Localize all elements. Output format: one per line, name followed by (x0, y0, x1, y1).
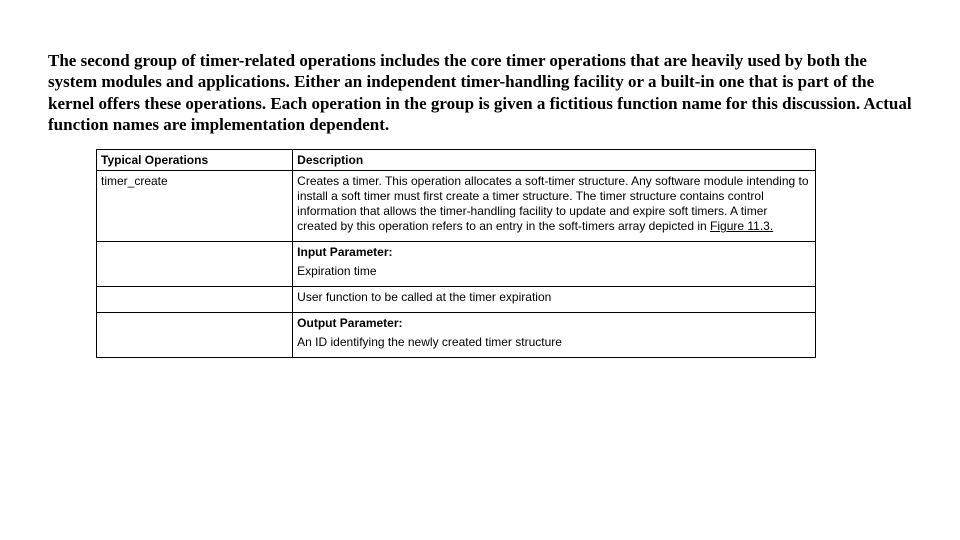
input-parameter-label: Input Parameter: (297, 245, 809, 260)
intro-paragraph: The second group of timer-related operat… (48, 50, 912, 135)
desc-text: Expiration time (297, 264, 809, 279)
op-description: User function to be called at the timer … (293, 287, 816, 313)
op-description: Input Parameter: Expiration time (293, 242, 816, 287)
table-row: User function to be called at the timer … (97, 287, 816, 313)
figure-link[interactable]: Figure 11.3. (710, 219, 773, 233)
desc-text: User function to be called at the timer … (297, 290, 809, 305)
desc-text: An ID identifying the newly created time… (297, 335, 809, 350)
table-row: Output Parameter: An ID identifying the … (97, 313, 816, 358)
table-row: timer_create Creates a timer. This opera… (97, 171, 816, 242)
op-description: Output Parameter: An ID identifying the … (293, 313, 816, 358)
operations-table-wrapper: Typical Operations Description timer_cre… (96, 149, 912, 358)
op-name (97, 313, 293, 358)
table-header-row: Typical Operations Description (97, 150, 816, 171)
header-operations: Typical Operations (97, 150, 293, 171)
header-description: Description (293, 150, 816, 171)
operations-table: Typical Operations Description timer_cre… (96, 149, 816, 358)
op-name (97, 287, 293, 313)
op-name: timer_create (97, 171, 293, 242)
op-name (97, 242, 293, 287)
table-row: Input Parameter: Expiration time (97, 242, 816, 287)
op-description: Creates a timer. This operation allocate… (293, 171, 816, 242)
output-parameter-label: Output Parameter: (297, 316, 809, 331)
